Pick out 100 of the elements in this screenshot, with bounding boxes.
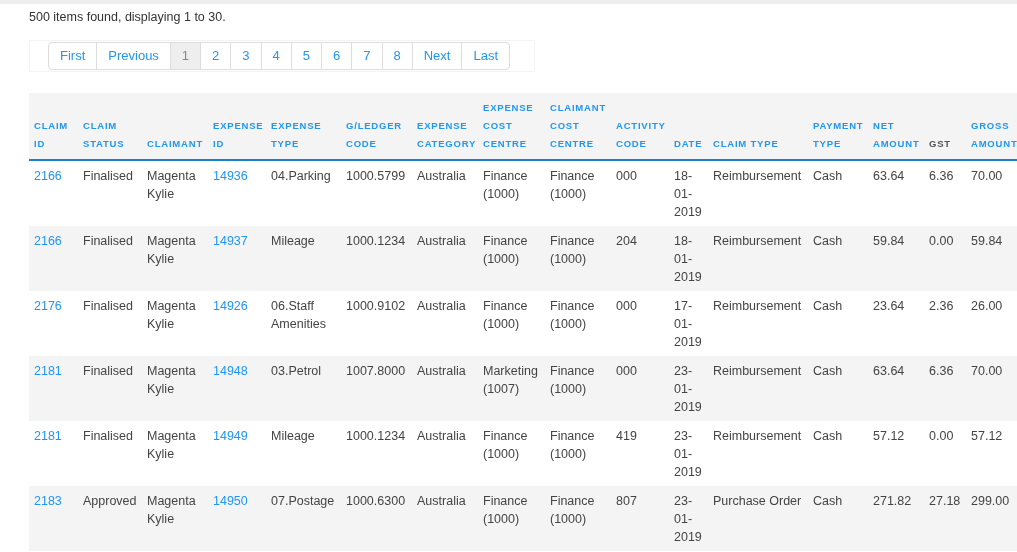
- table-cell: Finance (1000): [483, 494, 528, 526]
- table-cell: 70.00: [971, 169, 1003, 183]
- table-cell: 03.Petrol: [271, 364, 322, 378]
- column-sort-link[interactable]: NET AMOUNT: [873, 117, 922, 153]
- id-link[interactable]: 2176: [34, 299, 62, 313]
- column-sort-link[interactable]: EXPENSE ID: [213, 117, 264, 153]
- table-cell: Finalised: [83, 234, 134, 248]
- table-cell: 57.12: [971, 429, 1003, 443]
- page-button[interactable]: 4: [260, 42, 292, 70]
- page-button[interactable]: Last: [461, 42, 511, 70]
- column-sort-link[interactable]: CLAIMANT COST CENTRE: [550, 99, 609, 153]
- id-link[interactable]: 14950: [213, 494, 248, 508]
- table-cell: 1000.1234: [346, 429, 406, 443]
- page-button[interactable]: Next: [411, 42, 463, 70]
- table-cell: 57.12: [873, 429, 905, 443]
- table-cell: 59.84: [873, 234, 905, 248]
- table-cell: Finance (1000): [483, 234, 528, 266]
- table-cell: Finalised: [83, 169, 134, 183]
- table-cell: Finance (1000): [483, 169, 528, 201]
- table-cell: Reimbursement: [713, 169, 802, 183]
- table-cell: Finalised: [83, 299, 134, 313]
- column-sort-link[interactable]: EXPENSE TYPE: [271, 117, 339, 153]
- table-cell: Mileage: [271, 429, 315, 443]
- page-button[interactable]: 2: [200, 42, 232, 70]
- table-cell: 07.Postage: [271, 494, 335, 508]
- table-cell: 1000.6300: [346, 494, 406, 508]
- column-sort-link[interactable]: CLAIMANT: [147, 135, 203, 153]
- table-cell: Finance (1000): [483, 299, 528, 331]
- table-cell: 6.36: [929, 169, 954, 183]
- table-cell: 000: [616, 169, 637, 183]
- table-cell: Australia: [417, 234, 466, 248]
- table-cell: 18-01-2019: [674, 169, 702, 219]
- table-cell: 18-01-2019: [674, 234, 702, 284]
- column-sort-link[interactable]: ACTIVITY CODE: [616, 117, 667, 153]
- table-cell: 204: [616, 234, 637, 248]
- column-sort-link[interactable]: CLAIM ID: [34, 117, 76, 153]
- table-cell: Magenta Kylie: [147, 299, 196, 331]
- page-button[interactable]: Previous: [96, 42, 171, 70]
- table-cell: Mileage: [271, 234, 315, 248]
- table-cell: 23.64: [873, 299, 905, 313]
- table-cell: Finalised: [83, 429, 134, 443]
- table-cell: Approved: [83, 494, 137, 508]
- page-button[interactable]: 5: [290, 42, 323, 70]
- page-button[interactable]: 1: [169, 42, 202, 70]
- table-cell: 17-01-2019: [674, 299, 702, 349]
- table-cell: 63.64: [873, 364, 905, 378]
- table-cell: Magenta Kylie: [147, 364, 196, 396]
- page-button[interactable]: 3: [230, 42, 262, 70]
- column-sort-link[interactable]: CLAIM TYPE: [713, 135, 779, 153]
- column-sort-link[interactable]: CLAIM STATUS: [83, 117, 140, 153]
- table-cell: 807: [616, 494, 637, 508]
- table-cell: Finance (1000): [550, 364, 595, 396]
- column-sort-link[interactable]: G/LEDGER CODE: [346, 117, 410, 153]
- column-sort-link[interactable]: GROSS AMOUNT: [971, 117, 1017, 153]
- table-cell: 000: [616, 299, 637, 313]
- table-cell: Cash: [813, 429, 843, 443]
- table-cell: 271.82: [873, 494, 912, 508]
- table-cell: 27.18: [929, 494, 961, 508]
- column-sort-link[interactable]: EXPENSE CATEGORY: [417, 117, 477, 153]
- id-link[interactable]: 2181: [34, 364, 62, 378]
- page-button[interactable]: First: [48, 42, 98, 70]
- table-cell: Australia: [417, 299, 466, 313]
- page-button[interactable]: 6: [321, 42, 353, 70]
- id-link[interactable]: 2181: [34, 429, 62, 443]
- table-cell: Finance (1000): [550, 494, 595, 526]
- table-cell: 000: [616, 364, 637, 378]
- table-cell: Reimbursement: [713, 299, 802, 313]
- id-link[interactable]: 2166: [34, 234, 62, 248]
- id-link[interactable]: 14949: [213, 429, 248, 443]
- page-button[interactable]: 8: [381, 42, 413, 70]
- table-cell: Finance (1000): [550, 169, 595, 201]
- id-link[interactable]: 14948: [213, 364, 248, 378]
- table-cell: 06.Staff Amenities: [271, 299, 326, 331]
- table-cell: Marketing (1007): [483, 364, 538, 396]
- table-cell: Magenta Kylie: [147, 169, 196, 201]
- table-cell: 1007.8000: [346, 364, 406, 378]
- table-cell: 23-01-2019: [674, 429, 702, 479]
- table-cell: 70.00: [971, 364, 1003, 378]
- table-cell: Cash: [813, 234, 843, 248]
- id-link[interactable]: 14936: [213, 169, 248, 183]
- id-link[interactable]: 2166: [34, 169, 62, 183]
- table-cell: Cash: [813, 364, 843, 378]
- id-link[interactable]: 14926: [213, 299, 248, 313]
- column-sort-link[interactable]: DATE: [674, 135, 703, 153]
- table-cell: Reimbursement: [713, 364, 802, 378]
- table-cell: 23-01-2019: [674, 494, 702, 544]
- table-cell: Finance (1000): [483, 429, 528, 461]
- column-sort-link[interactable]: EXPENSE COST CENTRE: [483, 99, 543, 153]
- id-link[interactable]: 14937: [213, 234, 248, 248]
- table-cell: 59.84: [971, 234, 1003, 248]
- table-cell: 1000.1234: [346, 234, 406, 248]
- page-button[interactable]: 7: [351, 42, 383, 70]
- table-cell: Cash: [813, 169, 843, 183]
- id-link[interactable]: 2183: [34, 494, 62, 508]
- table-cell: 299.00: [971, 494, 1010, 508]
- table-cell: 04.Parking: [271, 169, 331, 183]
- table-cell: 419: [616, 429, 637, 443]
- table-cell: Australia: [417, 169, 466, 183]
- table-cell: 26.00: [971, 299, 1003, 313]
- column-sort-link[interactable]: PAYMENT TYPE: [813, 117, 866, 153]
